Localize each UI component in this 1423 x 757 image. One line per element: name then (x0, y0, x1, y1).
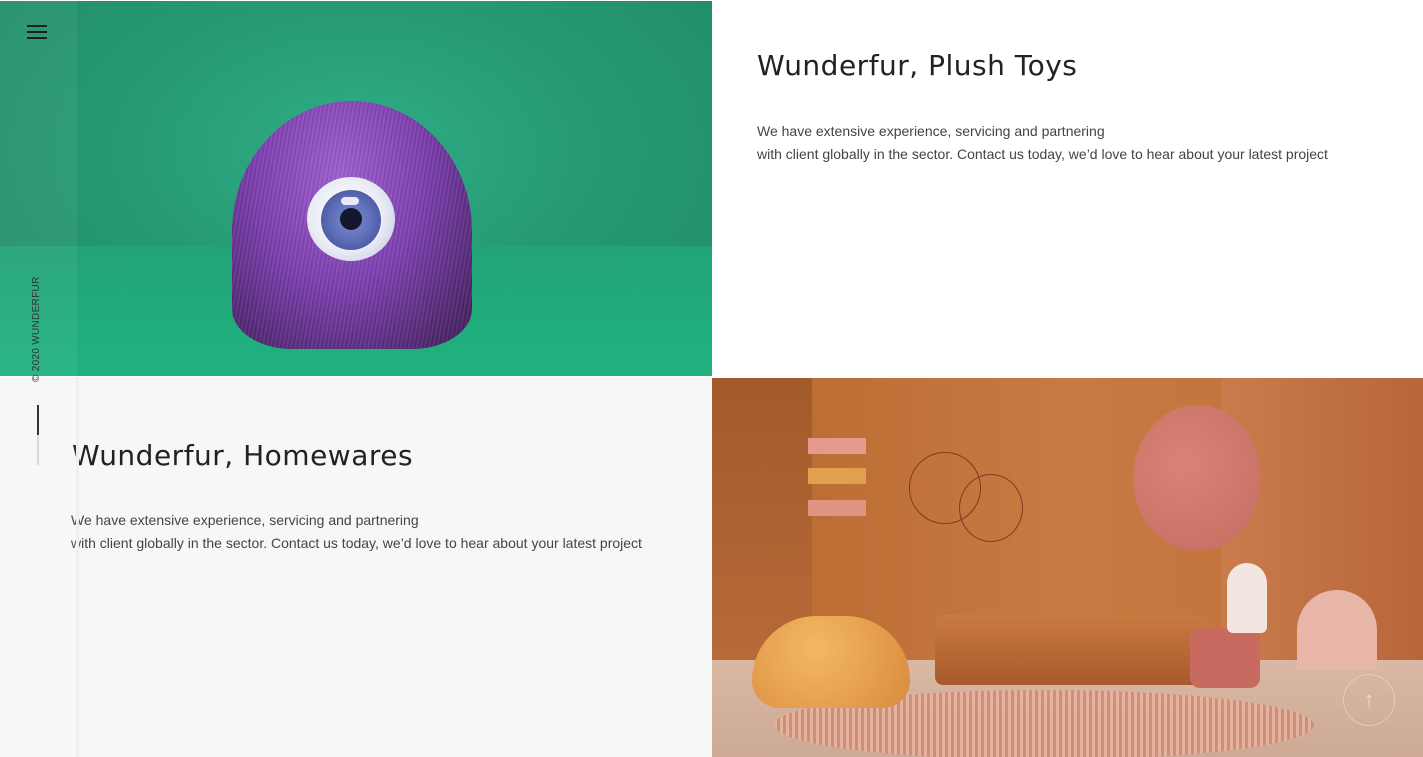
arrow-up-icon: ↑ (1363, 687, 1375, 712)
description-line: We have extensive experience, servicing … (71, 512, 419, 528)
wall-stripe (808, 500, 866, 516)
arch-decor (1297, 590, 1377, 670)
hamburger-menu-icon[interactable] (27, 23, 49, 43)
sidebar-divider (76, 377, 79, 757)
eye-glint (341, 197, 359, 205)
pendant-ring (959, 474, 1023, 542)
description-line: with client globally in the sector. Cont… (757, 146, 1328, 162)
armchair (752, 616, 910, 708)
wall-stripe (808, 468, 866, 484)
description-line: with client globally in the sector. Cont… (71, 535, 642, 551)
wall-stripe (808, 438, 866, 454)
side-table (1190, 628, 1260, 688)
wall-disc (1133, 405, 1261, 551)
plush-toy-image[interactable] (0, 1, 712, 376)
plush-toys-card: Wunderfur, Plush Toys We have extensive … (712, 1, 1423, 377)
homewares-image[interactable]: ↑ (712, 378, 1423, 757)
scroll-progress-fill (37, 405, 39, 435)
menu-bar (27, 25, 47, 27)
section-description: We have extensive experience, servicing … (757, 120, 1328, 166)
copyright-text: © 2020 WUNDERFUR (31, 276, 42, 382)
menu-bar (27, 37, 47, 39)
section-title[interactable]: Wunderfur, Homewares (72, 439, 413, 472)
description-line: We have extensive experience, servicing … (757, 123, 1105, 139)
scroll-progress (37, 405, 39, 465)
sofa (935, 615, 1203, 685)
vase (1227, 563, 1267, 633)
menu-bar (27, 31, 47, 33)
section-title[interactable]: Wunderfur, Plush Toys (757, 49, 1077, 82)
section-description: We have extensive experience, servicing … (71, 509, 642, 555)
homewares-card: Wunderfur, Homewares We have extensive e… (0, 377, 712, 757)
project-grid: Wunderfur, Plush Toys We have extensive … (0, 0, 1423, 757)
scroll-to-top-button[interactable]: ↑ (1343, 674, 1395, 726)
monster-pupil (340, 208, 362, 230)
